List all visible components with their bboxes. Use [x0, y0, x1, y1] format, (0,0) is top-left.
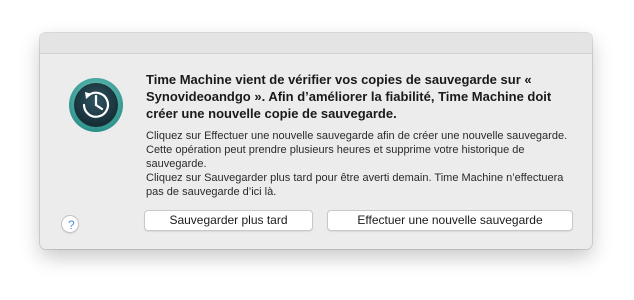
backup-later-button[interactable]: Sauvegarder plus tard	[144, 210, 313, 231]
time-machine-alert-dialog: Time Machine vient de vérifier vos copie…	[40, 33, 592, 249]
alert-paragraph: Cliquez sur Sauvegarder plus tard pour ê…	[146, 172, 564, 198]
alert-informative-text: Cliquez sur Effectuer une nouvelle sauve…	[146, 129, 576, 199]
alert-headline: Time Machine vient de vérifier vos copie…	[146, 72, 552, 121]
new-backup-button[interactable]: Effectuer une nouvelle sauvegarde	[327, 210, 573, 231]
help-button[interactable]: ?	[61, 215, 79, 233]
time-machine-icon	[69, 78, 123, 132]
dialog-title-bar	[40, 33, 592, 54]
alert-paragraph: Cliquez sur Effectuer une nouvelle sauve…	[146, 130, 568, 170]
